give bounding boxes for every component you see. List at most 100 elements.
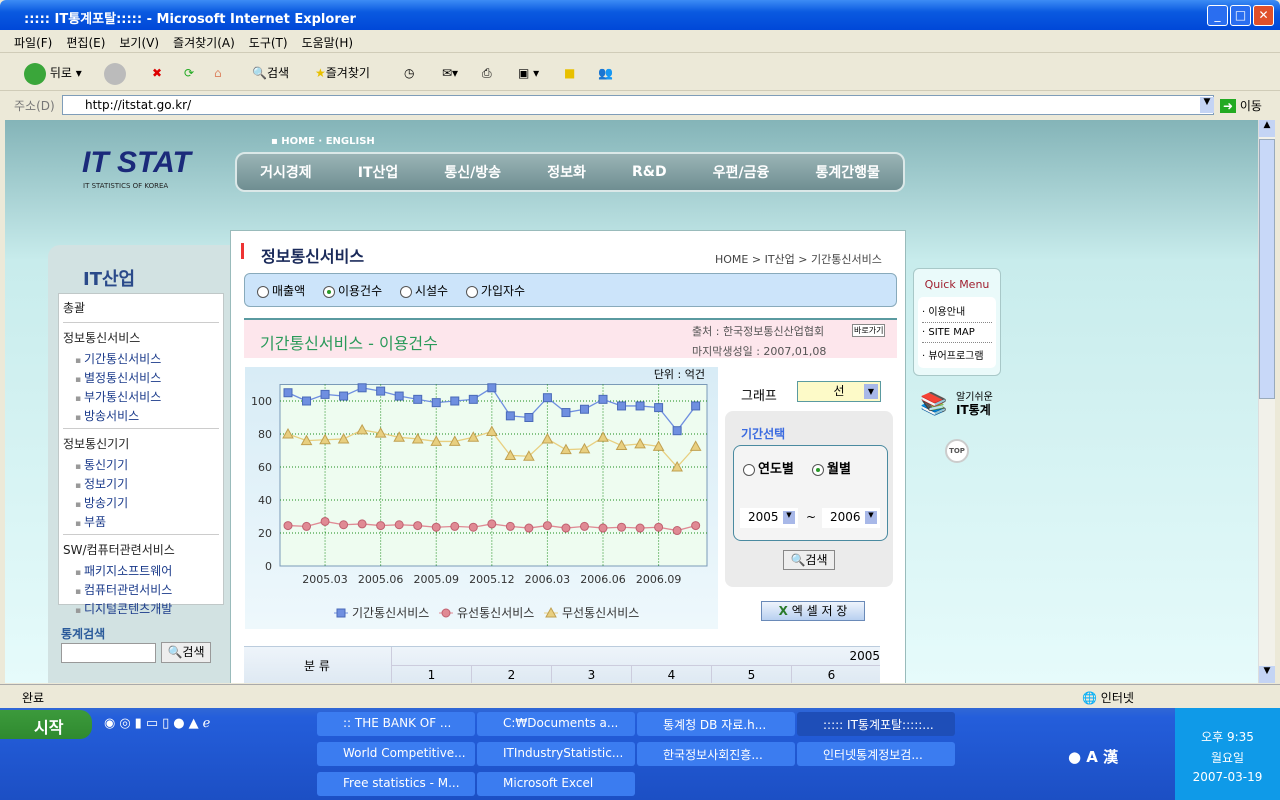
sidebar-item[interactable]: 통신기기 [63,455,219,474]
task-button[interactable]: 통계청 DB 자료.h... [637,712,795,736]
start-button[interactable]: 시작 [0,710,92,739]
quick-item-sitemap[interactable]: · SITE MAP [922,323,992,343]
quick-launch-icons[interactable]: ◉◎▮▭▯●▲ℯ [104,716,214,731]
sidebar-item[interactable]: 부품 [63,512,219,531]
history-icon[interactable]: ◷ [404,62,414,84]
mail-icon[interactable]: ✉▾ [442,62,458,84]
note-icon[interactable]: ■ [564,62,575,84]
data-point-series-2 [468,522,478,532]
x-tick-label: 2005.09 [413,573,459,586]
home-icon[interactable]: ⌂ [214,62,222,84]
english-link[interactable]: ENGLISH [326,136,375,147]
task-button[interactable]: World Competitive... [317,742,475,766]
radio-sales[interactable]: 매출액 [257,284,305,298]
sidebar-item[interactable]: 별정통신서비스 [63,368,219,387]
period-search-button[interactable]: 🔍검색 [783,550,835,570]
sidebar-item[interactable]: 기간통신서비스 [63,349,219,368]
data-point-series-1 [598,394,608,404]
stat-search-input[interactable] [61,643,156,663]
maximize-button[interactable]: □ [1230,5,1251,26]
ime-indicator[interactable]: ● A 漢 [1068,746,1118,767]
forward-button[interactable] [104,62,126,85]
quick-item-viewer[interactable]: · 뷰어프로그램 [922,343,992,366]
easy-it-stats-link[interactable]: 📚 알기쉬운 IT통계 [920,388,1006,418]
stat-search-button[interactable]: 🔍검색 [161,642,211,663]
search-button[interactable]: 🔍검색 [252,62,289,84]
nav-informatization[interactable]: 정보화 [547,162,586,182]
sidebar-item[interactable]: 정보기기 [63,474,219,493]
menu-file[interactable]: 파일(F) [14,34,52,51]
nav-macro[interactable]: 거시경제 [260,162,312,182]
excel-save-button[interactable]: X 엑 셀 저 장 [761,601,865,621]
from-year-select[interactable]: 2005 ▼ [740,508,798,528]
print-icon[interactable]: ⎙ [482,62,492,84]
scroll-down-button[interactable]: ▼ [1259,666,1275,683]
vertical-scrollbar[interactable]: ▲ ▼ [1258,120,1275,683]
task-button[interactable]: ITIndustryStatistic... [477,742,635,766]
search-label: 검색 [266,66,290,80]
radio-facilities[interactable]: 시설수 [399,284,448,298]
table-header-year: 2005 [391,647,880,666]
nav-rnd[interactable]: R&D [632,164,667,180]
menu-edit[interactable]: 편집(E) [66,34,105,51]
sidebar-item[interactable]: 패키지소프트웨어 [63,561,219,580]
system-tray: 오후 9:35 월요일 2007-03-19 [1175,708,1280,800]
quick-menu-title: Quick Menu [924,278,990,291]
task-button[interactable]: 인터넷통계정보검... [797,742,955,766]
scroll-thumb[interactable] [1259,139,1275,399]
graph-type-select[interactable]: 선 ▼ [797,381,881,402]
top-button[interactable]: TOP [945,439,969,463]
to-year-select[interactable]: 2006 ▼ [822,508,880,528]
edit-icon[interactable]: ▣ ▾ [518,62,539,84]
itstat-logo[interactable]: IT STAT [82,146,191,180]
stop-icon[interactable]: ✖ [152,62,162,84]
radio-subscribers[interactable]: 가입자수 [465,284,525,298]
radio-usage[interactable]: 이용건수 [322,284,382,298]
menu-view[interactable]: 보기(V) [119,34,159,51]
goto-button[interactable]: 바로가기 [852,324,886,337]
status-text: 완료 [22,691,45,705]
task-button[interactable]: Free statistics - M... [317,772,475,796]
nav-it-industry[interactable]: IT산업 [358,162,399,182]
task-button[interactable]: 한국정보사회진흥... [637,742,795,766]
sidebar-item[interactable]: 디지털콘텐츠개발 [63,599,219,618]
refresh-icon[interactable]: ⟳ [184,62,194,84]
sidebar-item[interactable]: 컴퓨터관련서비스 [63,580,219,599]
data-point-series-2 [431,522,441,532]
address-dropdown[interactable]: ▼ [1200,97,1214,113]
menu-favorites[interactable]: 즐겨찾기(A) [173,34,235,51]
nav-telecom[interactable]: 통신/방송 [444,162,501,182]
home-link[interactable]: HOME [281,136,315,147]
sidebar-group-services[interactable]: 정보통신서비스 [63,326,219,349]
task-button[interactable]: Microsoft Excel [477,772,635,796]
go-button[interactable]: ➜ 이동 [1220,97,1262,114]
back-button[interactable]: 뒤로 ▾ [24,62,82,85]
y-tick-label: 80 [258,428,272,441]
task-button[interactable]: :: THE BANK OF ... [317,712,475,736]
quick-item-guide[interactable]: · 이용안내 [922,299,992,323]
favorites-button[interactable]: ★즐겨찾기 [315,62,370,84]
minimize-button[interactable]: _ [1207,5,1228,26]
menu-tools[interactable]: 도구(T) [249,34,288,51]
address-input[interactable]: http://itstat.go.kr/ [62,95,1214,115]
sidebar-item[interactable]: 방송서비스 [63,406,219,425]
nav-publications[interactable]: 통계간행물 [816,162,880,182]
radio-yearly[interactable]: 연도별 [743,458,794,477]
nav-postal[interactable]: 우편/금융 [713,162,770,182]
menu-help[interactable]: 도움말(H) [302,34,354,51]
task-button-active[interactable]: ::::: IT통계포탈:::::... [797,712,955,736]
sidebar-item-summary[interactable]: 총괄 [63,296,219,319]
task-button[interactable]: C:₩Documents a... [477,712,635,736]
sidebar-item[interactable]: 부가통신서비스 [63,387,219,406]
clock-time[interactable]: 오후 9:35 [1175,728,1280,745]
sidebar-group-sw[interactable]: SW/컴퓨터관련서비스 [63,538,219,561]
sidebar-group-devices[interactable]: 정보통신기기 [63,432,219,455]
messenger-icon[interactable]: 👥 [598,62,613,84]
x-tick-label: 2005.03 [302,573,348,586]
top-links: ▪ HOME · ENGLISH [271,136,375,147]
close-button[interactable]: ✕ [1253,5,1274,26]
radio-monthly[interactable]: 월별 [812,458,851,477]
sidebar-item[interactable]: 방송기기 [63,493,219,512]
updated-text: 마지막생성일 : 2007,01,08 [692,345,827,358]
scroll-up-button[interactable]: ▲ [1259,120,1275,137]
